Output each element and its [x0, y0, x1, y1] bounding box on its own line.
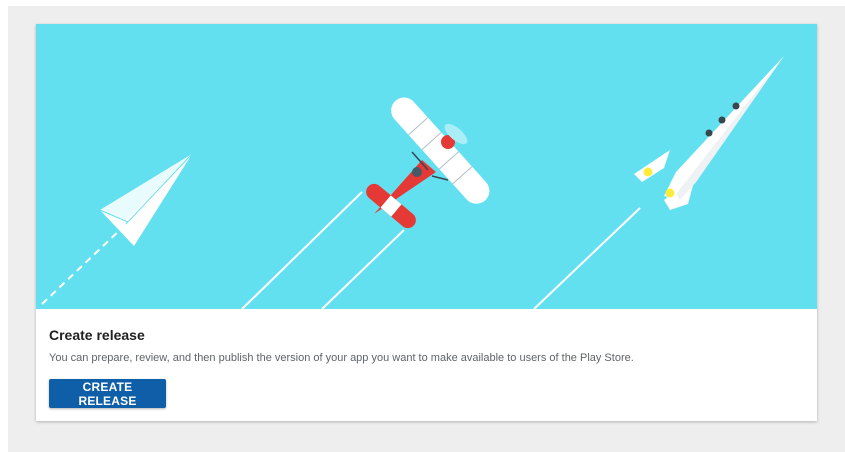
paper-plane-icon — [99, 153, 193, 246]
create-release-card: Create release You can prepare, review, … — [36, 24, 817, 421]
hero-illustration — [36, 24, 817, 309]
card-description: You can prepare, review, and then publis… — [49, 352, 634, 364]
create-release-button[interactable]: CREATE RELEASE — [49, 379, 166, 408]
rocket-icon — [634, 56, 784, 210]
card-title: Create release — [49, 327, 145, 343]
biplane-icon — [366, 97, 490, 229]
